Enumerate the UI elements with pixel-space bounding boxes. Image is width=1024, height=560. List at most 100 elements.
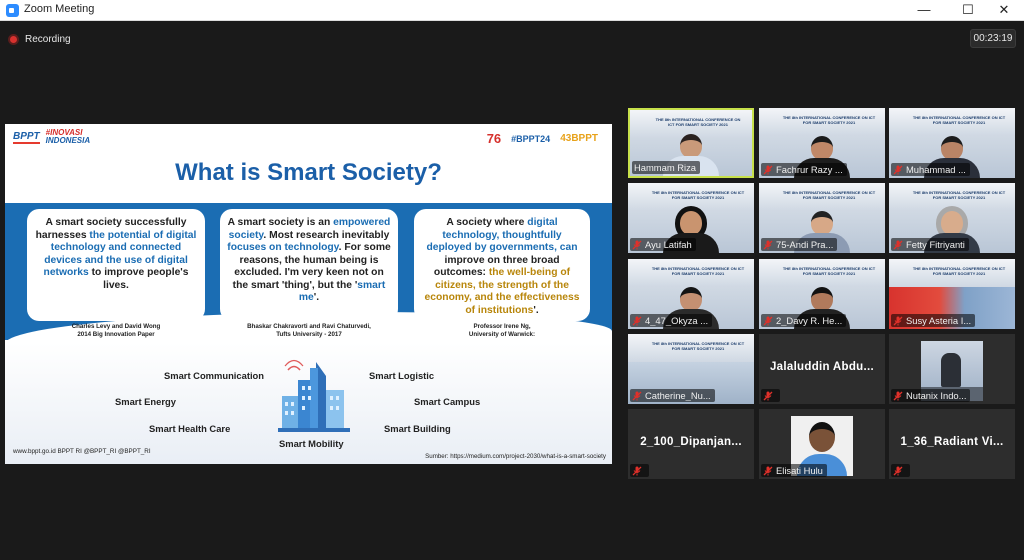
participant-name-bar: 75-Andi Pra... bbox=[761, 238, 838, 251]
participant-tile[interactable]: THE 8th INTERNATIONAL CONFERENCE ON ICT … bbox=[759, 108, 885, 178]
participant-display-name: Jalaluddin Abdu... bbox=[769, 361, 874, 373]
mic-muted-icon bbox=[893, 391, 906, 401]
conference-banner: THE 8th INTERNATIONAL CONFERENCE ON ICT … bbox=[759, 259, 885, 287]
participant-tile[interactable]: THE 8th INTERNATIONAL CONFERENCE ON ICT … bbox=[628, 108, 754, 178]
participant-name-bar: Fetty Fitriyanti bbox=[891, 238, 969, 251]
participant-name-bar: Muhammad ... bbox=[891, 163, 970, 176]
recording-dot-icon bbox=[8, 33, 19, 45]
definition-card-2: A smart society is an empowered society.… bbox=[220, 209, 398, 321]
mic-muted-icon bbox=[763, 391, 776, 401]
participant-tile[interactable]: Nutanix Indo... bbox=[889, 334, 1015, 404]
participant-name: Susy Asteria I... bbox=[906, 315, 972, 326]
participant-tile[interactable]: 2_100_Dipanjan... bbox=[628, 409, 754, 479]
participant-name-bar bbox=[630, 464, 649, 477]
participant-name-bar: Fachrur Razy ... bbox=[761, 163, 847, 176]
app-smart-mobility: Smart Mobility bbox=[279, 438, 344, 449]
participant-display-name: 2_100_Dipanjan... bbox=[640, 436, 742, 448]
maximize-button[interactable]: ☐ bbox=[948, 0, 988, 21]
mic-muted-icon bbox=[763, 466, 776, 476]
conference-banner: THE 8th INTERNATIONAL CONFERENCE ON ICT … bbox=[628, 334, 754, 362]
meeting-timer: 00:23:19 bbox=[970, 29, 1016, 48]
conference-banner-text: THE 8th INTERNATIONAL CONFERENCE ON ICT … bbox=[912, 266, 1006, 276]
app-smart-health-care: Smart Health Care bbox=[149, 423, 231, 434]
definition-card-1: A smart society successfully harnesses t… bbox=[27, 209, 205, 321]
participant-tile[interactable]: THE 8th INTERNATIONAL CONFERENCE ON ICT … bbox=[628, 334, 754, 404]
slide-footer-social: www.bppt.go.id BPPT RI @BPPT_RI @BPPT_RI bbox=[13, 448, 151, 455]
conference-banner: THE 8th INTERNATIONAL CONFERENCE ON ICT … bbox=[759, 183, 885, 211]
slide-title: What is Smart Society? bbox=[175, 159, 442, 186]
app-smart-logistic: Smart Logistic bbox=[369, 370, 435, 381]
conference-banner-text: THE 8th INTERNATIONAL CONFERENCE ON ICT … bbox=[912, 190, 1006, 200]
conference-banner-text: THE 8th INTERNATIONAL CONFERENCE ON ICT … bbox=[651, 341, 745, 351]
participant-tile[interactable]: THE 8th INTERNATIONAL CONFERENCE ON ICT … bbox=[628, 183, 754, 253]
inovasi-logo: #INOVASI INDONESIA bbox=[45, 128, 91, 145]
participant-tile[interactable]: 1_36_Radiant Vi... bbox=[889, 409, 1015, 479]
participant-tile[interactable]: THE 8th INTERNATIONAL CONFERENCE ON ICT … bbox=[759, 259, 885, 329]
participant-name: Elisati Hulu bbox=[776, 465, 823, 476]
conference-banner-text: THE 8th INTERNATIONAL CONFERENCE ON ICT … bbox=[651, 190, 745, 200]
conference-banner-text: THE 8th INTERNATIONAL CONFERENCE ON ICT … bbox=[651, 266, 745, 276]
participant-name-bar: Elisati Hulu bbox=[761, 464, 827, 477]
bppt-logo: BPPT bbox=[13, 130, 40, 144]
mic-muted-icon bbox=[763, 240, 776, 250]
participant-name: Ayu Latifah bbox=[645, 239, 692, 250]
smart-city-building-icon bbox=[278, 359, 350, 432]
window-titlebar: Zoom Meeting — ☐ ✕ bbox=[0, 0, 1024, 21]
conference-banner-text: THE 8th INTERNATIONAL CONFERENCE ON ICT … bbox=[782, 115, 876, 125]
app-smart-energy: Smart Energy bbox=[115, 396, 176, 407]
participant-tile[interactable]: Elisati Hulu bbox=[759, 409, 885, 479]
participant-name-bar: Nutanix Indo... bbox=[891, 389, 971, 402]
window-title: Zoom Meeting bbox=[24, 3, 95, 15]
conference-banner: THE 8th INTERNATIONAL CONFERENCE ON ICT … bbox=[889, 259, 1015, 287]
citation-3: Professor Irene Ng, University of Warwick… bbox=[468, 323, 536, 338]
participant-display-name: 1_36_Radiant Vi... bbox=[900, 436, 1004, 448]
recording-label: Recording bbox=[25, 33, 71, 45]
zoom-logo-icon bbox=[6, 4, 19, 17]
mic-muted-icon bbox=[632, 391, 645, 401]
participant-name-bar bbox=[891, 464, 910, 477]
mic-muted-icon bbox=[893, 466, 906, 476]
participant-name: Fachrur Razy ... bbox=[776, 164, 843, 175]
participant-tile[interactable]: THE 8th INTERNATIONAL CONFERENCE ON ICT … bbox=[889, 259, 1015, 329]
citation-2: Bhaskar Chakravorti and Ravi Chaturvedi,… bbox=[247, 323, 371, 338]
participant-name-bar: Hammam Riza bbox=[632, 161, 700, 174]
close-button[interactable]: ✕ bbox=[984, 0, 1024, 21]
conference-banner-text: THE 8th INTERNATIONAL CONFERENCE ON ICT … bbox=[782, 266, 876, 276]
participant-name-bar: Ayu Latifah bbox=[630, 238, 696, 251]
slide-logos-left: BPPT #INOVASI INDONESIA bbox=[13, 129, 90, 145]
conference-banner-text: THE 8th INTERNATIONAL CONFERENCE ON ICT … bbox=[782, 190, 876, 200]
mic-muted-icon bbox=[632, 316, 645, 326]
participant-name-bar: Susy Asteria I... bbox=[891, 314, 976, 327]
mic-muted-icon bbox=[632, 466, 645, 476]
citation-1: Charles Levy and David Wong 2014 Big Inno… bbox=[71, 323, 161, 338]
logo-43-bppt: 43BPPT bbox=[560, 133, 598, 144]
conference-banner: THE 8th INTERNATIONAL CONFERENCE ON ICT … bbox=[759, 108, 885, 136]
conference-banner-text: THE 8th INTERNATIONAL CONFERENCE ON ICT … bbox=[912, 115, 1006, 125]
participant-tile[interactable]: Jalaluddin Abdu... bbox=[759, 334, 885, 404]
participant-name-bar: 4_47_Okyza ... bbox=[630, 314, 713, 327]
participant-tile[interactable]: THE 8th INTERNATIONAL CONFERENCE ON ICT … bbox=[628, 259, 754, 329]
app-smart-building: Smart Building bbox=[384, 423, 451, 434]
mic-muted-icon bbox=[893, 240, 906, 250]
participant-name: Catherine_Nu... bbox=[645, 390, 711, 401]
conference-banner: THE 8th INTERNATIONAL CONFERENCE ON ICT … bbox=[628, 259, 754, 287]
participant-name: Muhammad ... bbox=[906, 164, 966, 175]
conference-banner: THE 8th INTERNATIONAL CONFERENCE ON ICT … bbox=[889, 108, 1015, 136]
mic-muted-icon bbox=[893, 316, 906, 326]
minimize-button[interactable]: — bbox=[904, 0, 944, 21]
participant-name-bar bbox=[761, 389, 780, 402]
recording-indicator[interactable]: Recording bbox=[8, 32, 71, 46]
participant-name: 4_47_Okyza ... bbox=[645, 315, 709, 326]
logo-76: 76 bbox=[486, 131, 502, 146]
participant-name: Nutanix Indo... bbox=[906, 390, 967, 401]
conference-banner-text: THE 8th INTERNATIONAL CONFERENCE ON ICT … bbox=[655, 117, 741, 127]
mic-muted-icon bbox=[893, 165, 906, 175]
slide-logos-right: 76 #BPPT24 43BPPT bbox=[487, 131, 598, 146]
app-smart-communication: Smart Communication bbox=[164, 370, 265, 381]
participant-tile[interactable]: THE 8th INTERNATIONAL CONFERENCE ON ICT … bbox=[889, 108, 1015, 178]
participant-tile[interactable]: THE 8th INTERNATIONAL CONFERENCE ON ICT … bbox=[759, 183, 885, 253]
participant-name-bar: Catherine_Nu... bbox=[630, 389, 715, 402]
shared-screen: BPPT #INOVASI INDONESIA 76 #BPPT24 43BPP… bbox=[5, 124, 612, 464]
participant-tile[interactable]: THE 8th INTERNATIONAL CONFERENCE ON ICT … bbox=[889, 183, 1015, 253]
slide-footer-source: Sumber: https://medium.com/project-2030/… bbox=[425, 453, 606, 460]
